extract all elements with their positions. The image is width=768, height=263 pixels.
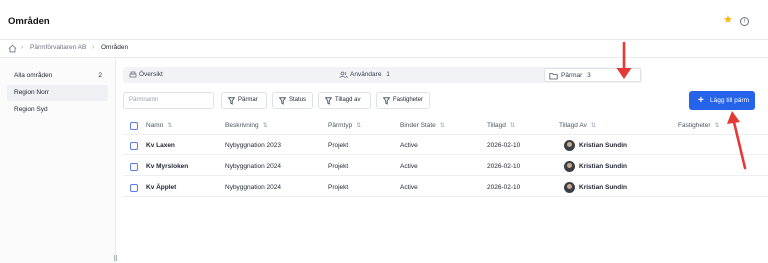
binder-name[interactable]: Kv Äpplet — [146, 184, 176, 191]
avatar — [564, 140, 575, 151]
binder-description: Nybyggnation 2024 — [225, 184, 282, 191]
sort-icon: ⇅ — [356, 123, 362, 129]
annotation-arrow-up — [727, 111, 747, 170]
row-checkbox[interactable] — [130, 184, 138, 192]
avatar — [564, 161, 575, 172]
folder-icon — [549, 73, 558, 80]
tab-count: 1 — [386, 71, 390, 78]
chevron-right-icon: › — [92, 44, 95, 51]
star-icon[interactable]: ★ — [723, 15, 733, 26]
breadcrumb-current: Områden — [101, 44, 129, 51]
resize-handle[interactable] — [114, 255, 117, 261]
users-icon — [339, 71, 348, 79]
binder-added-by: Kristian Sundin — [579, 142, 628, 149]
sidebar-item-label: Region Syd — [14, 106, 48, 113]
binder-added: 2026-02-10 — [487, 142, 521, 149]
sort-icon: ⇅ — [590, 123, 596, 129]
filter-label: Pärmar — [238, 97, 258, 103]
avatar — [564, 182, 575, 193]
sort-icon: ⇅ — [439, 123, 445, 129]
filter-binders-button[interactable]: Pärmar — [221, 92, 267, 109]
binder-type: Projekt — [328, 163, 349, 170]
tab-users[interactable]: Användare 1 — [337, 68, 537, 82]
filter-added-by-button[interactable]: Tillagd av — [318, 92, 371, 109]
filter-icon — [228, 97, 235, 105]
binder-added: 2026-02-10 — [487, 184, 521, 191]
tab-bar: Översikt Användare 1 Pärmar 3 — [123, 67, 642, 83]
column-header-description[interactable]: Beskrivning ⇅ — [225, 122, 268, 129]
tab-overview[interactable]: Översikt — [127, 68, 327, 82]
binder-name[interactable]: Kv Myrsloken — [146, 163, 188, 170]
binder-type: Projekt — [328, 142, 349, 149]
binder-search-input[interactable]: Pärmnamn — [123, 92, 214, 109]
column-header-type[interactable]: Pärmtyp ⇅ — [328, 122, 361, 129]
filter-icon — [325, 97, 332, 105]
info-icon[interactable]: i — [740, 17, 749, 26]
sidebar-item-all-areas[interactable]: Alla områden 2 — [7, 68, 108, 84]
tab-label: Pärmar — [561, 72, 583, 79]
filter-label: Fastigheter — [393, 97, 424, 103]
row-checkbox[interactable] — [130, 142, 138, 150]
binder-state: Active — [400, 142, 418, 149]
binder-type: Projekt — [328, 184, 349, 191]
divider — [123, 196, 768, 197]
row-checkbox[interactable] — [130, 163, 138, 171]
divider — [123, 175, 768, 176]
column-header-added[interactable]: Tillagd ⇅ — [487, 122, 515, 129]
sidebar-item-label: Alla områden — [14, 72, 53, 79]
divider — [123, 134, 768, 135]
binder-added-by: Kristian Sundin — [579, 184, 628, 191]
binder-name[interactable]: Kv Laxen — [146, 142, 175, 149]
column-header-state[interactable]: Binder State ⇅ — [400, 122, 445, 129]
tab-count: 3 — [587, 72, 591, 79]
filter-status-button[interactable]: Status — [272, 92, 313, 109]
printer-icon — [129, 71, 137, 78]
plus-icon: + — [698, 95, 704, 106]
filter-icon — [279, 97, 286, 105]
binder-added-by: Kristian Sundin — [579, 163, 628, 170]
sidebar: Alla områden 2 Region Norr Region Syd — [0, 59, 116, 263]
sort-icon: ⇅ — [714, 123, 720, 129]
top-bar: Områden ★ i — [0, 0, 768, 40]
select-all-checkbox[interactable] — [130, 122, 138, 130]
tab-label: Användare — [350, 71, 382, 78]
sidebar-item-region-norr[interactable]: Region Norr — [7, 85, 108, 101]
divider — [123, 154, 768, 155]
sort-icon: ⇅ — [262, 123, 268, 129]
binder-state: Active — [400, 163, 418, 170]
breadcrumb-company[interactable]: Pärmförvaltaren AB — [30, 44, 86, 51]
binder-state: Active — [400, 184, 418, 191]
binder-added: 2026-02-10 — [487, 163, 521, 170]
filter-properties-button[interactable]: Fastigheter — [376, 92, 430, 109]
annotation-arrow-down — [616, 41, 632, 79]
filter-label: Tillagd av — [335, 97, 361, 103]
chevron-right-icon: › — [21, 44, 24, 51]
tab-label: Översikt — [139, 71, 163, 78]
column-header-name[interactable]: Namn ⇅ — [146, 122, 172, 129]
column-header-added-by[interactable]: Tillagd Av ⇅ — [559, 122, 596, 129]
home-icon[interactable] — [8, 44, 17, 53]
sidebar-item-label: Region Norr — [14, 89, 50, 96]
filter-icon — [383, 97, 390, 105]
filter-label: Status — [289, 97, 307, 103]
sidebar-item-region-syd[interactable]: Region Syd — [7, 102, 108, 118]
sidebar-item-count: 2 — [98, 72, 102, 79]
page-title: Områden — [8, 16, 50, 27]
binder-description: Nybyggnation 2024 — [225, 163, 282, 170]
breadcrumb: › Pärmförvaltaren AB › Områden — [0, 40, 768, 58]
sort-icon: ⇅ — [167, 123, 173, 129]
column-header-properties[interactable]: Fastigheter ⇅ — [678, 122, 720, 129]
sort-icon: ⇅ — [509, 123, 515, 129]
binder-description: Nybyggnation 2023 — [225, 142, 282, 149]
